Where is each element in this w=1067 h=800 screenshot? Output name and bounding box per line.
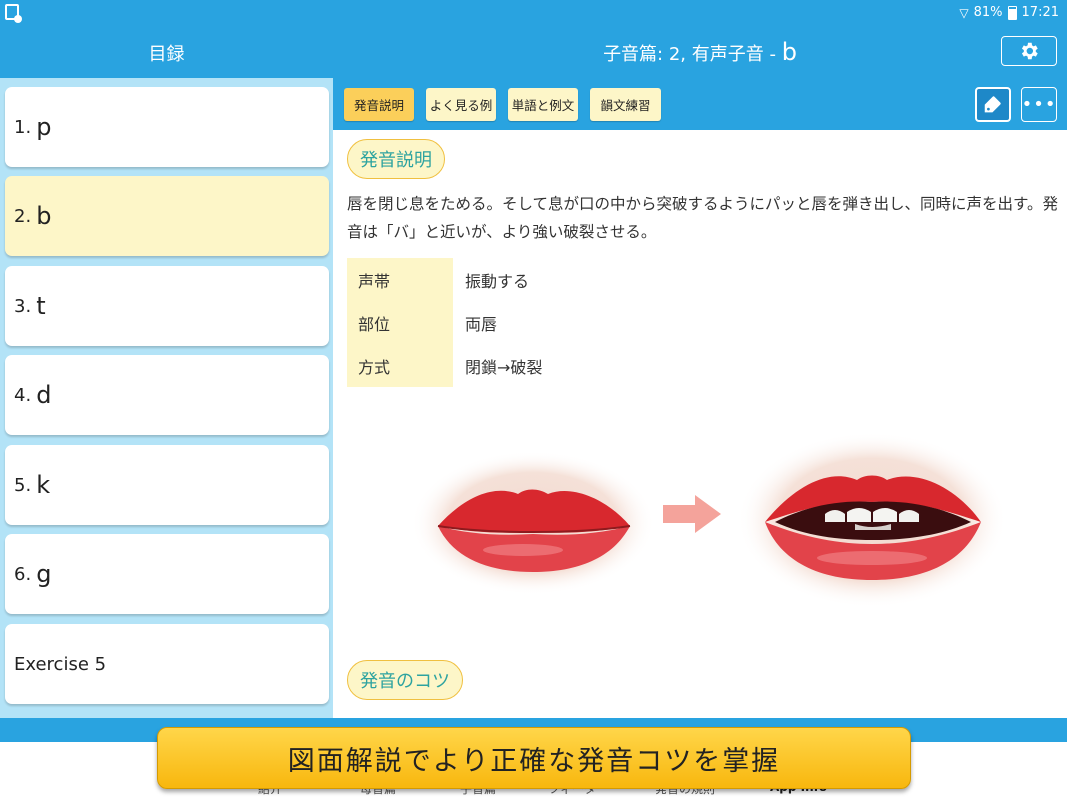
- more-button[interactable]: •••: [1021, 87, 1057, 122]
- arrow-right-icon: [663, 495, 721, 533]
- gear-icon: [1021, 42, 1038, 60]
- content-panel: 発音説明 唇を閉じ息をためる。そして息が口の中から突破するようにパッと唇を弾き出…: [333, 130, 1067, 718]
- sidebar-item-number: 3.: [14, 295, 32, 317]
- clock: 17:21: [1021, 5, 1059, 20]
- tag-icon: [984, 95, 1001, 112]
- properties-table: 声帯 振動する 部位 両唇 方式 閉鎖→破裂: [347, 258, 542, 387]
- property-value: 閉鎖→破裂: [465, 357, 543, 377]
- status-indicators: ▽ 81% 17:21: [959, 5, 1059, 20]
- table-row: 部位 両唇: [347, 301, 542, 344]
- settings-button[interactable]: [1001, 36, 1057, 66]
- property-key: 方式: [347, 344, 453, 387]
- wifi-icon: ▽: [959, 5, 969, 20]
- battery-icon: [1007, 5, 1017, 20]
- page-title-letter: b: [781, 38, 797, 66]
- tag-button[interactable]: [975, 87, 1011, 122]
- section-title-pronunciation: 発音説明: [347, 139, 445, 179]
- sidebar-item-t[interactable]: 3. t: [5, 266, 329, 346]
- tab-pronunciation[interactable]: 発音説明: [344, 88, 414, 121]
- section-title-tips: 発音のコツ: [347, 660, 463, 700]
- tab-verse-practice[interactable]: 韻文練習: [590, 88, 661, 121]
- sidebar-item-k[interactable]: 5. k: [5, 445, 329, 525]
- property-value: 振動する: [465, 271, 530, 291]
- property-value: 両唇: [465, 314, 498, 334]
- table-row: 声帯 振動する: [347, 258, 542, 301]
- sidebar-item-symbol: b: [36, 202, 52, 230]
- open-lips-image: [737, 432, 1007, 608]
- sidebar-item-exercise-5[interactable]: Exercise 5: [5, 624, 329, 704]
- sidebar-item-number: 4.: [14, 384, 32, 406]
- notification-icon: [5, 4, 22, 23]
- sidebar-item-d[interactable]: 4. d: [5, 355, 329, 435]
- sidebar: 1. p 2. b 3. t 4. d 5. k 6. g Exercise 5: [0, 78, 333, 718]
- closed-lips-image: [411, 451, 655, 595]
- sidebar-item-symbol: d: [36, 381, 52, 409]
- table-row: 方式 閉鎖→破裂: [347, 344, 542, 387]
- sidebar-item-symbol: t: [36, 292, 46, 320]
- tab-words-sentences[interactable]: 単語と例文: [508, 88, 578, 121]
- sidebar-item-symbol: p: [36, 113, 52, 141]
- more-icon: •••: [1021, 94, 1057, 115]
- tab-common-examples[interactable]: よく見る例: [426, 88, 496, 121]
- sidebar-item-g[interactable]: 6. g: [5, 534, 329, 614]
- pronunciation-description: 唇を閉じ息をためる。そして息が口の中から突破するようにパッと唇を弾き出し、同時に…: [347, 195, 1058, 241]
- sidebar-title: 目録: [148, 44, 185, 65]
- app-header: 目録 子音篇: 2, 有声子音 - b: [0, 26, 1067, 78]
- sidebar-item-b[interactable]: 2. b: [5, 176, 329, 256]
- sidebar-item-number: 6.: [14, 563, 32, 585]
- sidebar-item-number: 2.: [14, 205, 32, 227]
- sidebar-item-label: Exercise 5: [14, 653, 107, 675]
- promo-banner: 図面解説でより正確な発音コツを掌握: [157, 727, 911, 789]
- page-title: 子音篇: 2, 有声子音 - b: [333, 38, 1067, 66]
- content-toolbar: 発音説明 よく見る例 単語と例文 韻文練習 •••: [333, 78, 1067, 130]
- sidebar-item-symbol: k: [36, 471, 51, 499]
- battery-percent: 81%: [973, 5, 1003, 20]
- status-bar: ▽ 81% 17:21: [0, 0, 1067, 26]
- page-title-prefix: 子音篇: 2, 有声子音 -: [603, 44, 782, 65]
- sidebar-item-p[interactable]: 1. p: [5, 87, 329, 167]
- property-key: 声帯: [347, 258, 453, 301]
- sidebar-item-symbol: g: [36, 560, 52, 588]
- property-key: 部位: [347, 301, 453, 344]
- sidebar-item-number: 1.: [14, 116, 32, 138]
- sidebar-item-number: 5.: [14, 474, 32, 496]
